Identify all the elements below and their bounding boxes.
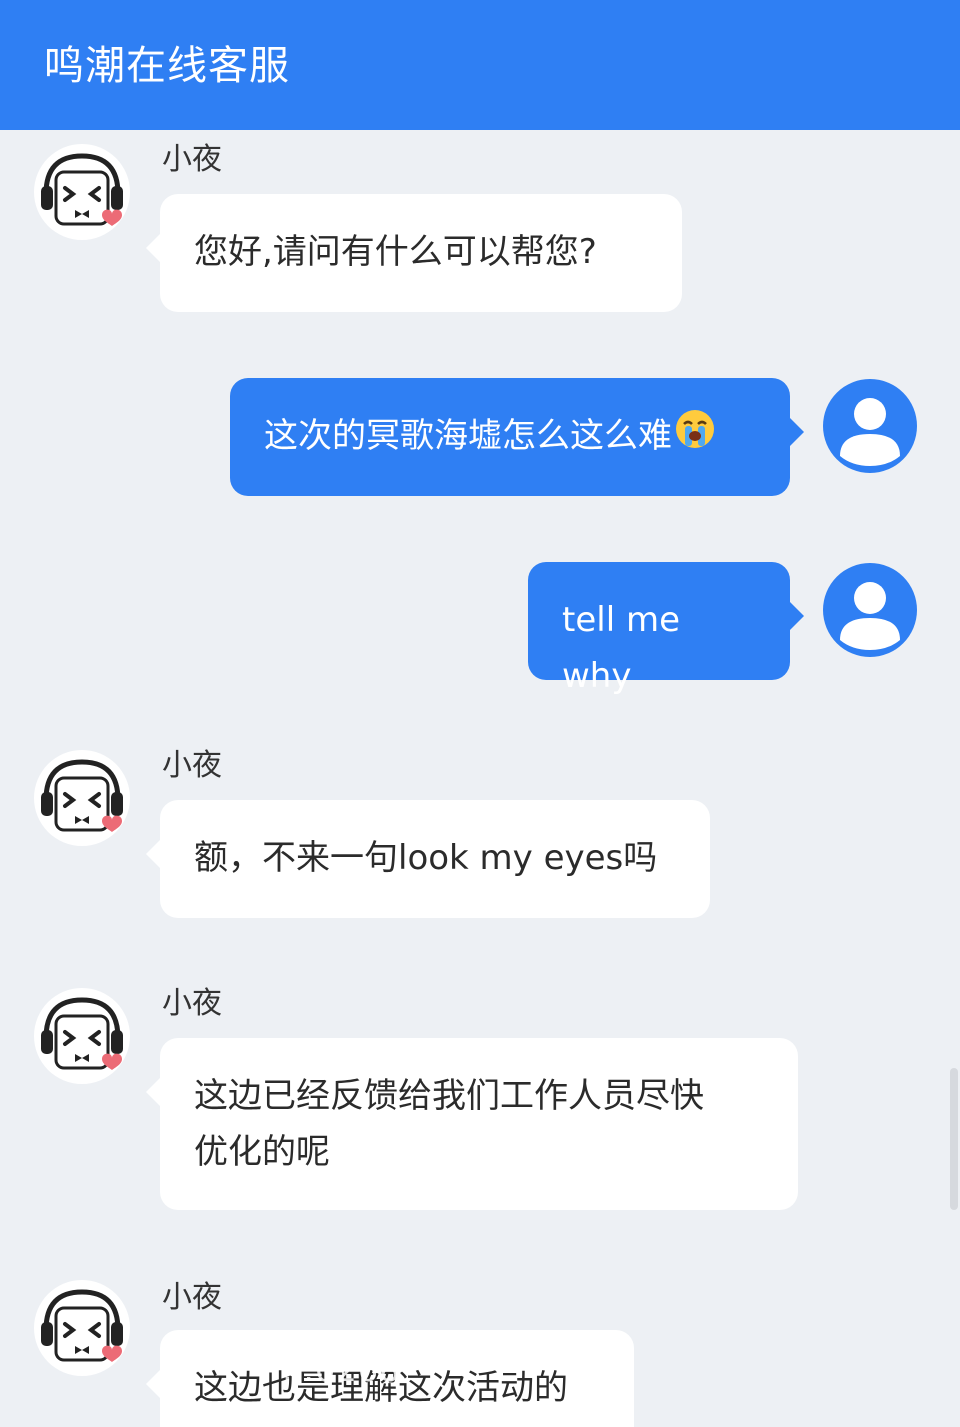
message-text: 这次的冥歌海墟怎么这么难: [264, 416, 672, 456]
panda-headset-avatar-icon: [41, 997, 123, 1070]
scrollbar[interactable]: [950, 1068, 958, 1210]
page-title: 鸣潮在线客服: [44, 43, 290, 89]
agent-avatar: [34, 750, 130, 846]
user-avatar: [822, 378, 918, 474]
user-message-bubble: tell me why: [528, 562, 804, 696]
agent-message-bubble: 额，不来一句look my eyes吗: [146, 800, 710, 918]
agent-avatar: [34, 1280, 130, 1376]
message-text: 额，不来一句look my eyes吗: [194, 838, 658, 878]
agent-message-bubble: 这边已经反馈给我们工作人员尽快 优化的呢: [146, 1038, 798, 1210]
user-avatar: [822, 562, 918, 658]
message-text: 您好,请问有什么可以帮您?: [194, 232, 597, 272]
agent-name: 小夜: [162, 748, 222, 783]
agent-name: 小夜: [162, 986, 222, 1021]
agent-name: 小夜: [162, 142, 222, 177]
message-text-line: 这边已经反馈给我们工作人员尽快: [194, 1076, 704, 1116]
message-text-line: 优化的呢: [194, 1132, 330, 1172]
watermark: …0268: [282, 1351, 401, 1389]
agent-name: 小夜: [162, 1280, 222, 1315]
agent-avatar: [34, 988, 130, 1084]
message-text: tell me why: [562, 600, 680, 696]
panda-headset-avatar-icon: [41, 153, 123, 226]
agent-message-bubble: 您好,请问有什么可以帮您?: [146, 194, 682, 312]
default-user-avatar-icon: [823, 379, 917, 473]
agent-avatar: [34, 144, 130, 240]
user-message-bubble: 这次的冥歌海墟怎么这么难: [230, 378, 804, 496]
chat-header: 鸣潮在线客服: [0, 0, 960, 130]
loudly-crying-face-icon: [674, 408, 716, 467]
panda-headset-avatar-icon: [41, 759, 123, 832]
panda-headset-avatar-icon: [41, 1289, 123, 1362]
default-user-avatar-icon: [823, 563, 917, 657]
